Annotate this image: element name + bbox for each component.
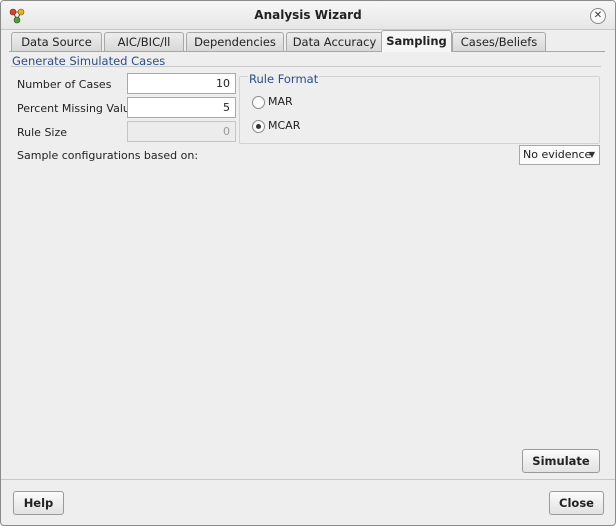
analysis-wizard-window: Analysis Wizard ✕ Data Source AIC/BIC/ll…	[0, 0, 616, 526]
tab-dependencies[interactable]: Dependencies	[186, 32, 284, 51]
mar-radio[interactable]	[252, 96, 265, 109]
title-bar[interactable]: Analysis Wizard ✕	[1, 1, 615, 30]
mcar-radio[interactable]	[252, 120, 265, 133]
window-title: Analysis Wizard	[254, 8, 362, 22]
mar-label[interactable]: MAR	[268, 95, 293, 108]
tab-aic-bic-ll[interactable]: AIC/BIC/ll	[104, 32, 184, 51]
pct-missing-label: Percent Missing Values	[17, 102, 143, 115]
sample-config-value: No evidence	[523, 148, 592, 161]
footer-divider	[1, 479, 615, 480]
group-title: Generate Simulated Cases	[12, 54, 166, 68]
sample-config-select[interactable]: No evidence ▼	[519, 145, 600, 165]
help-button[interactable]: Help	[13, 491, 64, 515]
mcar-label[interactable]: MCAR	[268, 119, 300, 132]
sample-config-label: Sample configurations based on:	[17, 149, 199, 162]
tab-cases-beliefs[interactable]: Cases/Beliefs	[452, 32, 546, 51]
radio-selected-dot	[256, 124, 261, 129]
tab-data-source[interactable]: Data Source	[11, 32, 102, 51]
rule-format-title: Rule Format	[248, 72, 320, 86]
tab-bar: Data Source AIC/BIC/ll Dependencies Data…	[9, 30, 605, 52]
simulate-button[interactable]: Simulate	[522, 449, 600, 473]
tab-sampling[interactable]: Sampling	[381, 30, 452, 52]
pct-missing-input[interactable]: 5	[127, 97, 236, 118]
num-cases-label: Number of Cases	[17, 78, 112, 91]
num-cases-input[interactable]: 10	[127, 73, 236, 94]
rule-size-label: Rule Size	[17, 126, 68, 139]
rule-format-group	[239, 76, 600, 144]
chevron-down-icon: ▼	[588, 150, 595, 159]
close-button[interactable]: Close	[549, 491, 604, 515]
rule-size-input: 0	[127, 121, 236, 142]
tab-data-accuracy[interactable]: Data Accuracy	[286, 32, 383, 51]
close-icon[interactable]: ✕	[590, 8, 606, 24]
